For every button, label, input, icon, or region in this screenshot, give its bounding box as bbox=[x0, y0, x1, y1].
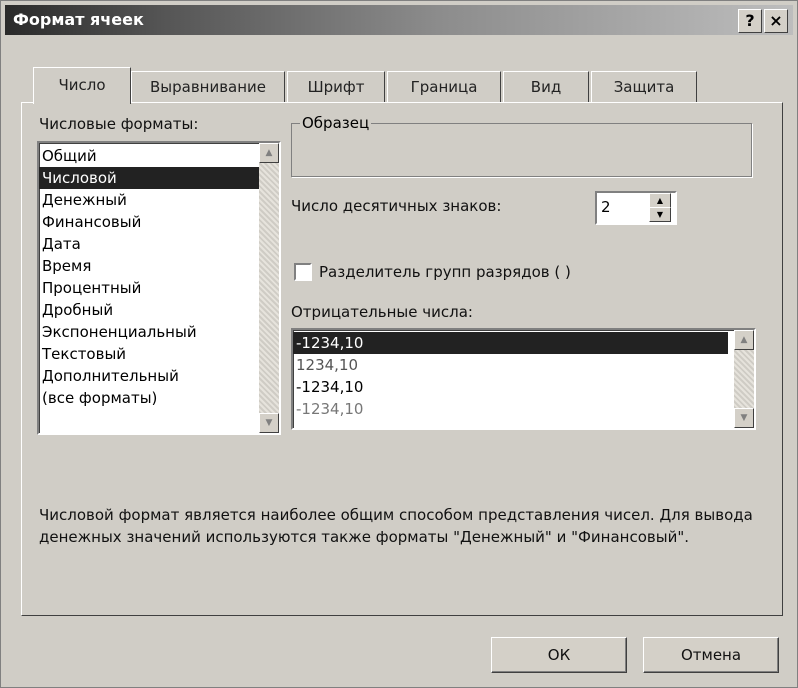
title-bar[interactable]: Формат ячеек ? × bbox=[5, 5, 793, 35]
list-item[interactable]: Дополнительный bbox=[39, 365, 279, 387]
separator-label[interactable]: Разделитель групп разрядов ( ) bbox=[319, 263, 571, 281]
tab-border[interactable]: Граница bbox=[387, 71, 501, 102]
number-formats-label: Числовые форматы: bbox=[39, 115, 199, 133]
spin-down-icon[interactable]: ▼ bbox=[649, 207, 671, 222]
tab-alignment[interactable]: Выравнивание bbox=[131, 71, 285, 102]
decimals-spinner[interactable]: 2 ▲ ▼ bbox=[595, 191, 677, 225]
list-item[interactable]: Денежный bbox=[39, 189, 279, 211]
sample-groupbox: Образец bbox=[291, 114, 752, 177]
negative-numbers-list[interactable]: -1234,10 1234,10 -1234,10 -1234,10 ▲ ▼ bbox=[291, 328, 756, 430]
scroll-up-icon[interactable]: ▲ bbox=[259, 143, 279, 163]
list-item[interactable]: Текстовый bbox=[39, 343, 279, 365]
dialog-title: Формат ячеек bbox=[13, 10, 144, 29]
tab-view[interactable]: Вид bbox=[503, 71, 589, 102]
list-item[interactable]: 1234,10 bbox=[293, 354, 754, 376]
scroll-down-icon[interactable]: ▼ bbox=[734, 408, 754, 428]
scroll-up-icon[interactable]: ▲ bbox=[734, 330, 754, 350]
list-item[interactable]: Экспоненциальный bbox=[39, 321, 279, 343]
number-formats-scrollbar[interactable]: ▲ ▼ bbox=[259, 143, 279, 433]
tab-number[interactable]: Число bbox=[33, 67, 131, 104]
number-formats-list[interactable]: Общий Числовой Денежный Финансовый Дата … bbox=[37, 141, 281, 435]
list-item[interactable]: Финансовый bbox=[39, 211, 279, 233]
separator-checkbox[interactable] bbox=[294, 263, 312, 281]
list-item-selected[interactable]: -1234,10 bbox=[293, 332, 728, 354]
spin-up-icon[interactable]: ▲ bbox=[649, 193, 671, 208]
negative-numbers-scrollbar[interactable]: ▲ ▼ bbox=[734, 330, 754, 428]
list-item[interactable]: Процентный bbox=[39, 277, 279, 299]
list-item[interactable]: Дробный bbox=[39, 299, 279, 321]
cancel-button[interactable]: Отмена bbox=[643, 637, 779, 673]
sample-label: Образец bbox=[300, 114, 372, 132]
list-item-selected[interactable]: Числовой bbox=[39, 167, 279, 189]
close-button[interactable]: × bbox=[764, 9, 788, 33]
list-item[interactable]: Общий bbox=[39, 145, 279, 167]
list-item[interactable]: (все форматы) bbox=[39, 387, 279, 409]
ok-button[interactable]: ОК bbox=[491, 637, 627, 673]
tab-protection[interactable]: Защита bbox=[591, 71, 697, 102]
list-item[interactable]: -1234,10 bbox=[293, 376, 754, 398]
negative-numbers-label: Отрицательные числа: bbox=[291, 303, 473, 321]
decimals-value[interactable]: 2 bbox=[601, 198, 611, 216]
list-item[interactable]: -1234,10 bbox=[293, 398, 754, 420]
format-cells-dialog: Формат ячеек ? × Число Выравнивание Шриф… bbox=[0, 0, 798, 688]
list-item[interactable]: Время bbox=[39, 255, 279, 277]
decimals-label: Число десятичных знаков: bbox=[291, 197, 502, 215]
tab-font[interactable]: Шрифт bbox=[287, 71, 385, 102]
scroll-down-icon[interactable]: ▼ bbox=[259, 413, 279, 433]
help-button[interactable]: ? bbox=[738, 9, 762, 33]
format-description: Числовой формат является наиболее общим … bbox=[39, 506, 753, 546]
list-item[interactable]: Дата bbox=[39, 233, 279, 255]
